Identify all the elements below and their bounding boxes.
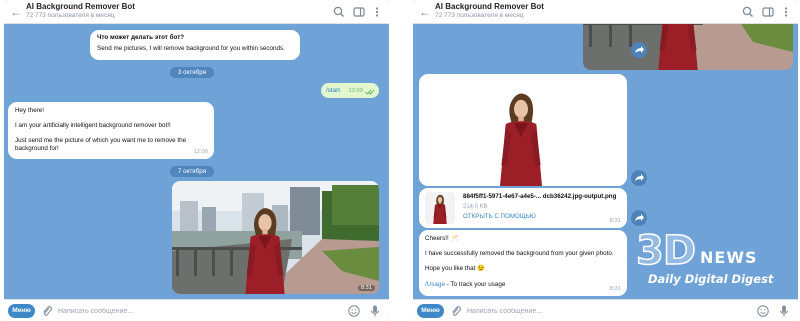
welcome-line: Just send me the picture of which you wa… [15,137,187,152]
usage-command[interactable]: /Usage [425,281,445,288]
chat-header: ← AI Background Remover Bot 72 773 польз… [413,0,798,24]
chat-subtitle: 72 773 пользователя в месяц [26,12,115,19]
share-icon [635,46,644,53]
microphone-icon[interactable] [368,304,382,318]
date-separator: 7 октября [170,166,214,177]
original-photo[interactable]: 8:31 [172,181,379,294]
bot-info-body: Send me pictures, I will remove backgrou… [97,45,285,52]
menu-button[interactable]: Меню [417,304,444,318]
file-thumb-image [433,194,447,224]
message-time: 8:31 [609,286,621,292]
sidebar-icon[interactable] [761,5,775,19]
more-icon[interactable] [370,5,384,19]
back-arrow-icon[interactable]: ← [418,5,432,19]
double-check-icon [365,89,375,95]
sidebar-icon[interactable] [352,5,366,19]
file-size: 214.0 KB [463,204,488,210]
share-icon [635,174,644,181]
date-separator: 3 октября [170,67,214,78]
paperclip-icon[interactable] [449,304,463,318]
bot-info-title: Что может делать этот бот? [97,34,185,41]
message-time: 12:00 [193,149,208,155]
chat-subtitle: 72 773 пользователя в месяц [435,12,524,19]
photo-scene [172,181,379,294]
paperclip-icon[interactable] [40,304,54,318]
composer: Меню [4,299,389,321]
share-icon [635,214,644,221]
watermark-brand: 3D [635,227,697,275]
cutout-photo [500,93,542,186]
message-input[interactable] [467,304,697,318]
microphone-icon[interactable] [777,304,791,318]
result-photo-bubble[interactable] [419,74,627,186]
message-time: 8:31 [609,218,621,224]
watermark-news: NEWS [700,248,758,267]
chat-title[interactable]: AI Background Remover Bot [26,2,135,11]
welcome-line: Hey there! [15,107,45,114]
chat-window-left: ← AI Background Remover Bot 72 773 польз… [4,0,389,321]
watermark-logo: 3D NEWS Daily Digital Digest [635,227,786,296]
watermark-tagline: Daily Digital Digest [648,272,774,286]
menu-button[interactable]: Меню [8,304,35,318]
outgoing-message: /start 12:00 [321,83,379,98]
result-line: Cheers!! 🥂 [425,235,459,242]
message-input[interactable] [58,304,288,318]
start-command[interactable]: /start [326,87,340,95]
emoji-icon[interactable] [756,304,770,318]
bot-info-bubble: Что может делать этот бот? Send me pictu… [90,30,300,60]
file-thumbnail[interactable] [425,192,455,224]
back-arrow-icon[interactable]: ← [9,5,23,19]
share-button[interactable] [631,210,647,226]
composer: Меню [413,299,798,321]
welcome-line: I am your artificially intelligent backg… [15,122,171,129]
photo-time: 8:31 [357,285,375,291]
result-line: Hope you like that 😉 [425,265,485,272]
share-button[interactable] [631,170,647,186]
file-name[interactable]: 884f5ff1-5971-4e67-a4e5-... dcb36242.jpg… [463,193,616,201]
open-with-button[interactable]: ОТКРЫТЬ С ПОМОЩЬЮ [463,213,536,221]
result-line: I have successfully removed the backgrou… [425,250,614,257]
welcome-message: Hey there! I am your artificially intell… [8,102,214,159]
search-icon[interactable] [741,5,755,19]
search-icon[interactable] [332,5,346,19]
usage-line: /Usage - To track your usage [425,281,505,289]
message-time: 12:00 [348,88,363,94]
chat-header: ← AI Background Remover Bot 72 773 польз… [4,0,389,24]
file-message: 884f5ff1-5971-4e67-a4e5-... dcb36242.jpg… [419,188,627,228]
chat-title[interactable]: AI Background Remover Bot [435,2,544,11]
usage-text: - To track your usage [444,281,506,288]
more-icon[interactable] [779,5,793,19]
share-button[interactable] [631,42,647,58]
result-message: Cheers!! 🥂 I have successfully removed t… [419,230,627,296]
emoji-icon[interactable] [347,304,361,318]
